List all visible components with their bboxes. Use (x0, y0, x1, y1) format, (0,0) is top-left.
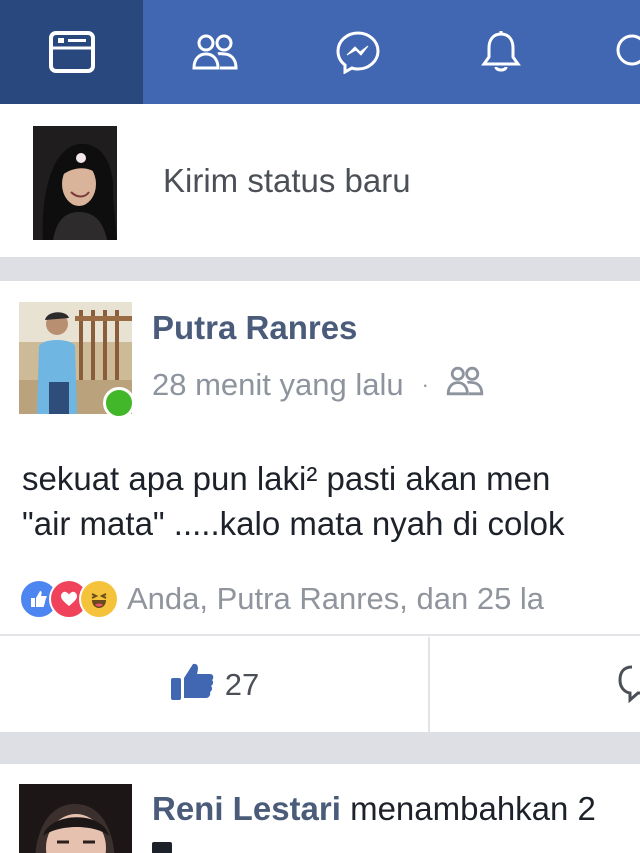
feed-post: Putra Ranres 28 menit yang lalu · sekuat… (0, 281, 640, 732)
post-timestamp[interactable]: 28 menit yang lalu (152, 367, 404, 403)
tab-friends[interactable] (143, 0, 286, 104)
online-status-indicator (103, 387, 135, 419)
post-text-line: "air mata" .....kalo mata nyah di colok (22, 505, 565, 542)
post-author-name[interactable]: Putra Ranres (152, 309, 357, 347)
action-separator (428, 637, 430, 732)
post-text-line: sekuat apa pun laki² pasti akan men (22, 460, 551, 497)
post-action-text: menambahkan 2 (350, 790, 596, 827)
top-nav-bar (0, 0, 640, 104)
post-author-name[interactable]: Reni Lestari (152, 790, 341, 827)
post-body-text: sekuat apa pun laki² pasti akan men "air… (22, 456, 640, 546)
post-headline: Reni Lestari menambahkan 2 (152, 790, 596, 828)
tab-news-feed[interactable] (0, 0, 143, 104)
reaction-names: Anda, Putra Ranres, dan 25 la (127, 581, 545, 616)
composer-prompt[interactable]: Kirim status baru (163, 162, 411, 200)
like-button[interactable]: 27 (0, 637, 428, 732)
reaction-summary[interactable]: Anda, Putra Ranres, dan 25 la (19, 579, 544, 619)
status-composer[interactable]: Kirim status baru (0, 104, 640, 257)
divider (0, 634, 640, 636)
meta-separator: · (421, 372, 429, 397)
user-avatar[interactable] (33, 126, 117, 240)
feed-post: Reni Lestari menambahkan 2 (0, 764, 640, 853)
messenger-icon (335, 30, 381, 74)
haha-reaction-icon (79, 579, 119, 619)
like-count: 27 (224, 666, 260, 702)
search-icon (610, 30, 640, 74)
audience-friends-icon (445, 365, 485, 405)
thumbs-up-icon (169, 662, 215, 707)
post-author-avatar[interactable] (19, 784, 132, 853)
post-meta: 28 menit yang lalu · (152, 365, 485, 405)
tab-search[interactable] (572, 0, 640, 104)
friends-icon (191, 32, 239, 72)
tab-messenger[interactable] (286, 0, 429, 104)
notifications-bell-icon (480, 30, 521, 74)
news-feed-icon (48, 31, 95, 73)
truncated-text-fragment (152, 842, 172, 853)
tab-notifications[interactable] (429, 0, 572, 104)
comment-icon (618, 665, 640, 707)
comment-button[interactable] (618, 663, 640, 704)
